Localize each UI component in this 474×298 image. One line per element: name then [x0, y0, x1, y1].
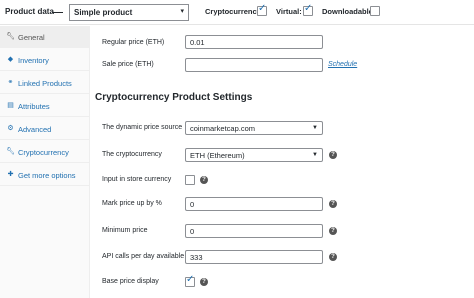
- regular-price-input[interactable]: 0.01: [185, 35, 323, 49]
- checkmark-icon: ✓: [304, 3, 313, 14]
- tab-advanced-label: Advanced: [18, 125, 52, 134]
- plugin-icon: ✚: [7, 171, 14, 178]
- tab-general-label: General: [18, 33, 45, 42]
- clipboard-icon: ◆: [7, 56, 14, 63]
- chevron-down-icon: ▼: [312, 125, 318, 131]
- virtual-checkbox[interactable]: ✓: [303, 3, 313, 16]
- api-calls-input[interactable]: 333: [185, 250, 323, 264]
- virtual-checkbox-label: Virtual:: [276, 7, 302, 16]
- price-source-select[interactable]: coinmarketcap.com ▼: [185, 121, 323, 135]
- product-data-title: Product data: [5, 7, 54, 16]
- base-price-display-checkbox[interactable]: ✓: [185, 274, 195, 287]
- schedule-link[interactable]: Schedule: [328, 61, 357, 68]
- help-icon[interactable]: ?: [329, 151, 337, 159]
- chevron-down-icon: ▼: [312, 152, 318, 158]
- tab-linked-products[interactable]: ⚭ Linked Products: [0, 72, 90, 94]
- help-icon[interactable]: ?: [200, 278, 208, 286]
- tab-attributes[interactable]: ▤ Attributes: [0, 95, 90, 117]
- tab-get-more-options[interactable]: ✚ Get more options: [0, 164, 90, 186]
- checkmark-icon: ✓: [258, 3, 267, 14]
- price-source-label: The dynamic price source: [102, 124, 183, 131]
- product-data-header: Product data Simple product ▾ Cryptocurr…: [0, 0, 474, 25]
- title-separator: [52, 12, 63, 13]
- tab-inventory[interactable]: ◆ Inventory: [0, 49, 90, 71]
- product-type-select[interactable]: Simple product ▾: [69, 4, 189, 21]
- minimum-price-input[interactable]: 0: [185, 224, 323, 238]
- minimum-price-label: Minimum price: [102, 227, 148, 234]
- regular-price-label: Regular price (ETH): [102, 39, 165, 46]
- checkmark-icon: ✓: [186, 274, 195, 285]
- input-store-currency-label: Input in store currency: [102, 176, 172, 183]
- markup-label: Mark price up by %: [102, 200, 162, 207]
- base-price-display-label: Base price display: [102, 278, 159, 285]
- sale-price-label: Sale price (ETH): [102, 61, 154, 68]
- tab-inventory-label: Inventory: [18, 56, 49, 65]
- list-icon: ▤: [7, 102, 14, 109]
- product-type-value: Simple product: [74, 8, 133, 17]
- help-icon[interactable]: ?: [329, 200, 337, 208]
- wrench-icon: 🔧︎: [6, 33, 15, 40]
- tab-advanced[interactable]: ⚙ Advanced: [0, 118, 90, 140]
- tab-get-more-options-label: Get more options: [18, 171, 76, 180]
- section-title: Cryptocurrency Product Settings: [95, 92, 253, 103]
- api-calls-label: API calls per day available: [102, 253, 185, 260]
- markup-input[interactable]: 0: [185, 197, 323, 211]
- gear-icon: ⚙: [7, 125, 14, 132]
- input-store-currency-checkbox[interactable]: [185, 175, 195, 185]
- help-icon[interactable]: ?: [329, 227, 337, 235]
- wrench-icon: 🔧︎: [6, 148, 15, 155]
- tab-attributes-label: Attributes: [18, 102, 50, 111]
- cryptocurrency-checkbox-label: Cryptocurrency:: [205, 7, 264, 16]
- cryptocurrency-select[interactable]: ETH (Ethereum) ▼: [185, 148, 323, 162]
- help-icon[interactable]: ?: [200, 176, 208, 184]
- cryptocurrency-label: The cryptocurrency: [102, 151, 162, 158]
- link-icon: ⚭: [7, 79, 14, 86]
- tab-general[interactable]: 🔧︎ General: [0, 26, 90, 48]
- price-source-value: coinmarketcap.com: [190, 124, 256, 133]
- chevron-down-icon: ▾: [180, 8, 184, 15]
- tab-cryptocurrency-label: Cryptocurrency: [18, 148, 69, 157]
- cryptocurrency-value: ETH (Ethereum): [190, 151, 245, 160]
- downloadable-checkbox[interactable]: [370, 6, 380, 16]
- help-icon[interactable]: ?: [329, 253, 337, 261]
- cryptocurrency-checkbox[interactable]: ✓: [257, 3, 267, 16]
- sale-price-input[interactable]: [185, 58, 323, 72]
- product-data-tabs: 🔧︎ General ◆ Inventory ⚭ Linked Products…: [0, 26, 90, 298]
- downloadable-checkbox-label: Downloadable:: [322, 7, 376, 16]
- tab-linked-products-label: Linked Products: [18, 79, 72, 88]
- tab-cryptocurrency[interactable]: 🔧︎ Cryptocurrency: [0, 141, 90, 163]
